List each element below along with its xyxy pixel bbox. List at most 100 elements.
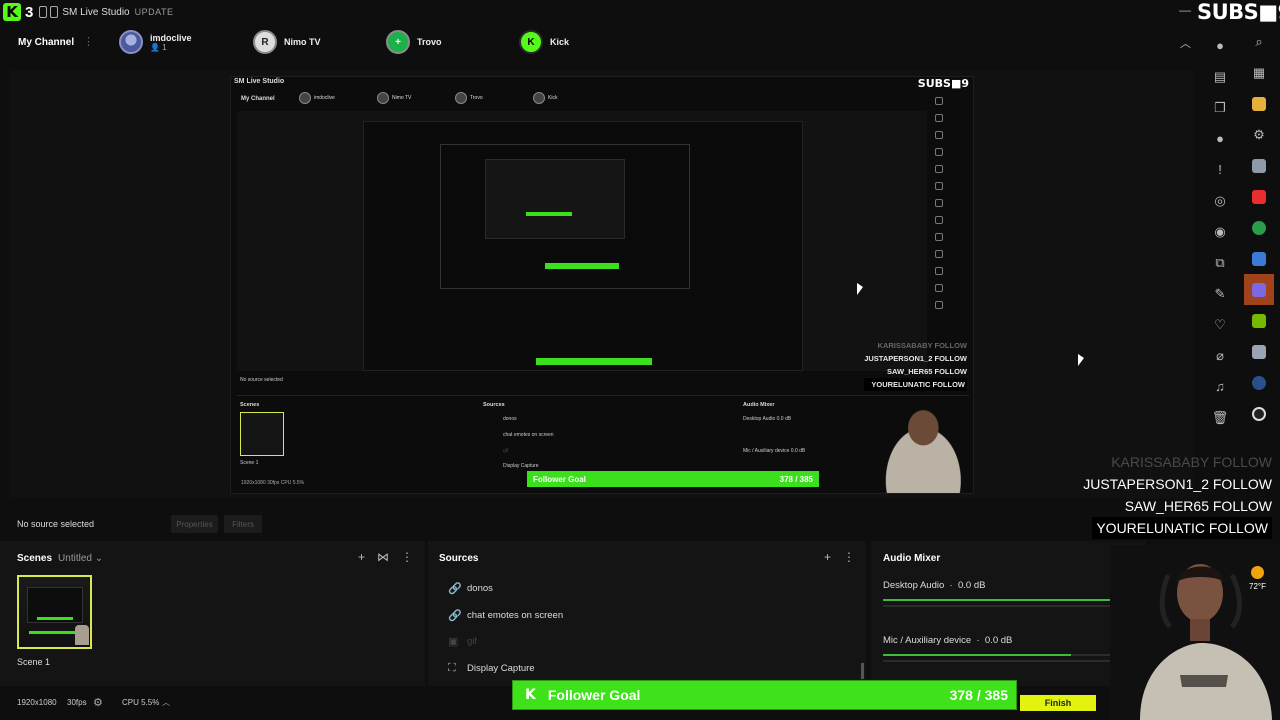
follower-goal-label: Follower Goal	[547, 687, 641, 703]
heart-icon[interactable]: ♡	[1205, 309, 1235, 340]
mixer-channel-db: 0.0 dB	[984, 635, 1013, 646]
kick-logo-icon: K	[3, 3, 21, 21]
channel-bar: My Channel ⋮ imdoclive 👤 1 R Nimo TV + T…	[0, 27, 1205, 61]
nested-view-level-2	[363, 121, 803, 371]
chevron-up-icon[interactable]: ︿	[162, 697, 170, 708]
layout-icon[interactable]: ▤	[1205, 61, 1235, 92]
follower-goal-bar: K Follower Goal 378 / 385	[512, 680, 1017, 710]
channel-nimo-tv[interactable]: R Nimo TV	[253, 30, 321, 54]
minimize-icon[interactable]: —	[1178, 4, 1192, 18]
more-vertical-icon[interactable]: ⋮	[401, 550, 413, 564]
cloud-icon[interactable]	[1244, 336, 1274, 367]
channel-name: Kick	[550, 37, 570, 47]
source-item[interactable]: 🔗 donos	[448, 582, 493, 595]
profile-icon[interactable]: ●	[1205, 30, 1235, 61]
nimo-tv-icon: R	[253, 30, 277, 54]
streamlabs-icon[interactable]	[1244, 274, 1274, 305]
volume-slider[interactable]	[883, 605, 1133, 607]
nested-mic: Mic / Auxiliary device 0.0 dB	[743, 448, 806, 454]
nimo-initial: R	[261, 36, 269, 48]
chrome-icon[interactable]	[1244, 212, 1274, 243]
nested-channel: Kick	[533, 92, 557, 104]
nested-subs: SUBS■9	[917, 77, 969, 90]
audio-mixer-title: Audio Mixer	[883, 553, 941, 564]
scene-collection-dropdown[interactable]: Untitled ⌄	[58, 553, 103, 564]
channel-kick[interactable]: K Kick	[519, 30, 569, 54]
sidebar-apps: ⌕ ▦ ⚙	[1244, 26, 1274, 429]
stream-preview[interactable]: SM Live Studio SUBS■9 My Channel imdocli…	[10, 70, 1193, 498]
clone-icon[interactable]: ⧉	[1205, 247, 1235, 278]
scenes-tools: + ⋈ ⋮	[358, 550, 413, 564]
chevron-up-icon[interactable]: ︿	[1180, 35, 1191, 51]
properties-button[interactable]: Properties	[171, 515, 218, 533]
sidebar-tools: ● ▤ ❐ ● ! ◎ ◉ ⧉ ✎ ♡ ⌀ ♫ 🗑	[1205, 30, 1235, 433]
brush-icon[interactable]: ⌀	[1205, 340, 1235, 371]
scene-thumbnail[interactable]	[17, 575, 92, 649]
nested-my-channel: My Channel	[241, 96, 275, 102]
nested-channel-name: Kick	[548, 95, 558, 101]
nested-scenes-title: Scenes	[240, 402, 260, 408]
source-name: Display Capture	[467, 663, 535, 674]
nested-feed-item: JUSTAPERSON1_2 FOLLOW	[864, 354, 967, 363]
scene-collection-name: Untitled	[58, 553, 92, 564]
chat-icon[interactable]: ●	[1205, 123, 1235, 154]
nested-scene-label: Scene 1	[240, 460, 259, 466]
nested-source-item: Display Capture	[503, 463, 539, 469]
nvidia-icon[interactable]	[1244, 305, 1274, 336]
source-item[interactable]: ⛶ Display Capture	[448, 662, 535, 675]
copy-icon[interactable]: ❐	[1205, 92, 1235, 123]
nested-goal-bar	[545, 263, 619, 269]
kick-icon: K	[519, 30, 543, 54]
nested-docks: Scenes Scene 1 Sources donos chat emotes…	[237, 395, 969, 477]
webcam-icon[interactable]: ◉	[1205, 216, 1235, 247]
camera-icon[interactable]: ◎	[1205, 185, 1235, 216]
app-title: SM Live Studio	[62, 6, 130, 18]
feed-item: KARISSABABY FOLLOW	[1111, 454, 1272, 470]
transition-icon[interactable]: ⋈	[377, 550, 389, 564]
kick-initial: K	[527, 36, 535, 48]
more-vertical-icon[interactable]: ⋮	[843, 550, 855, 564]
nested-goal-value: 378 / 385	[779, 474, 813, 484]
channel-imdoclive[interactable]: imdoclive 👤 1	[119, 30, 192, 54]
channel-trovo[interactable]: + Trovo	[386, 30, 442, 54]
store-icon[interactable]	[1244, 243, 1274, 274]
nested-view-level-4	[485, 159, 625, 239]
feed-item: SAW_HER65 FOLLOW	[1124, 498, 1272, 514]
scene-name[interactable]: Scene 1	[17, 657, 50, 667]
pen-icon[interactable]: ✎	[1205, 278, 1235, 309]
more-vertical-icon[interactable]: ⋮	[83, 35, 94, 48]
add-scene-icon[interactable]: +	[358, 550, 365, 564]
add-source-icon[interactable]: +	[824, 550, 831, 564]
link-icon: 🔗	[448, 610, 462, 622]
dashboard-icon[interactable]: ▦	[1244, 57, 1274, 88]
gear-icon[interactable]: ⚙	[93, 696, 103, 709]
source-item[interactable]: 🔗 chat emotes on screen	[448, 609, 563, 622]
gear-icon[interactable]: ⚙	[1244, 119, 1274, 150]
trash-icon[interactable]: 🗑	[1205, 402, 1235, 433]
obs-icon[interactable]	[1244, 398, 1274, 429]
sources-tools: + ⋮	[824, 550, 855, 564]
my-channel-label[interactable]: My Channel	[18, 37, 74, 48]
weather-widget: 72°F	[1249, 566, 1266, 591]
adobe-icon[interactable]	[1244, 181, 1274, 212]
temperature: 72°F	[1249, 582, 1266, 591]
monitor-icon[interactable]	[1244, 150, 1274, 181]
scrollbar[interactable]	[861, 663, 864, 679]
source-item[interactable]: ▣ gif	[448, 635, 477, 648]
source-name: donos	[467, 583, 493, 594]
alert-icon[interactable]: !	[1205, 154, 1235, 185]
finish-button[interactable]: Finish	[1020, 695, 1096, 711]
source-name: gif	[467, 636, 478, 647]
volume-slider[interactable]	[883, 660, 1133, 662]
nested-view	[237, 111, 927, 371]
search-icon[interactable]: ⌕	[1244, 26, 1274, 57]
update-link[interactable]: UPDATE	[135, 7, 174, 17]
folder-icon[interactable]	[1244, 88, 1274, 119]
user-avatar	[119, 30, 143, 54]
steam-icon[interactable]	[1244, 367, 1274, 398]
filters-button[interactable]: Filters	[224, 515, 262, 533]
viewer-count: 👤 1	[150, 42, 167, 52]
nested-channel-name: imdoclive	[314, 95, 335, 101]
sun-icon	[1250, 566, 1264, 579]
music-icon[interactable]: ♫	[1205, 371, 1235, 402]
